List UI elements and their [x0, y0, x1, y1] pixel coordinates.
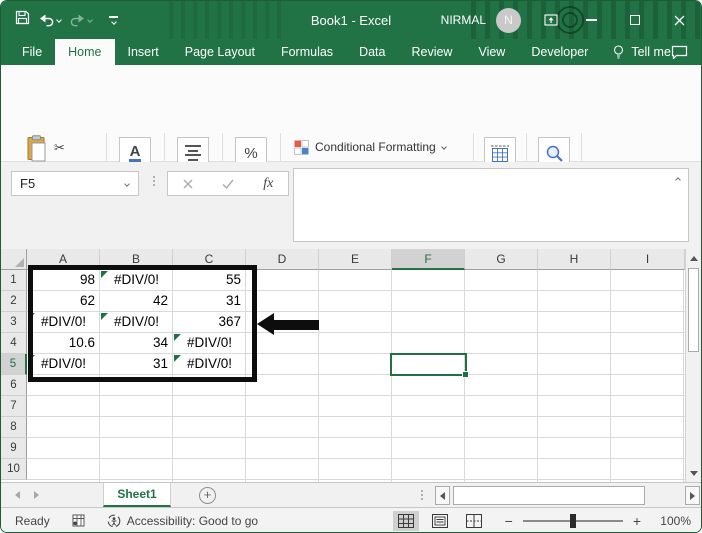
tab-page-layout[interactable]: Page Layout: [172, 39, 268, 65]
column-header-H[interactable]: H: [538, 249, 611, 270]
insert-function-icon[interactable]: fx: [263, 176, 273, 192]
page-break-preview-icon[interactable]: [461, 511, 487, 531]
ribbon: Paste ✂ Clipboard A Font Al: [1, 65, 701, 162]
annotation-rectangle: [28, 265, 257, 382]
row-header-2[interactable]: 2: [1, 291, 27, 312]
tab-data[interactable]: Data: [346, 39, 398, 65]
customize-quick-access-icon[interactable]: [109, 16, 118, 24]
row-header-1[interactable]: 1: [1, 270, 27, 291]
ribbon-tab-bar: File Home Insert Page Layout Formulas Da…: [1, 39, 701, 65]
tab-insert[interactable]: Insert: [115, 39, 172, 65]
minimize-button[interactable]: [569, 1, 613, 39]
macro-record-icon[interactable]: [72, 514, 85, 527]
undo-dropdown-icon[interactable]: [56, 17, 62, 23]
save-icon[interactable]: [15, 10, 30, 30]
collapse-formula-bar-icon[interactable]: [675, 177, 681, 183]
feedback-comment-icon[interactable]: [671, 39, 688, 65]
cut-button[interactable]: ✂: [54, 137, 75, 158]
tab-review[interactable]: Review: [398, 39, 465, 65]
tab-view[interactable]: View: [465, 39, 518, 65]
zoom-slider-handle[interactable]: [570, 514, 576, 528]
excel-window: Book1 - Excel NIRMAL N File Home Insert …: [0, 0, 702, 533]
redo-dropdown-icon[interactable]: [87, 17, 93, 23]
next-sheet-icon[interactable]: [34, 491, 39, 499]
annotation-arrow: [257, 313, 274, 335]
row-header-3[interactable]: 3: [1, 312, 27, 333]
tab-home[interactable]: Home: [55, 39, 114, 65]
accessibility-status[interactable]: Accessibility: Good to go: [107, 514, 258, 528]
vertical-scrollbar-thumb[interactable]: [688, 268, 699, 352]
row-header-6[interactable]: 6: [1, 375, 27, 396]
annotation-arrow-tail: [273, 320, 319, 330]
sheet-tab-bar: Sheet1 +: [1, 482, 701, 507]
status-bar: Ready Accessibility: Good to go − + 100%: [1, 507, 701, 533]
sheet-tab-sheet1[interactable]: Sheet1: [103, 483, 171, 507]
hscroll-left-icon[interactable]: [435, 486, 450, 505]
name-box-dropdown-icon[interactable]: [124, 181, 130, 187]
fill-handle[interactable]: [462, 371, 469, 378]
horizontal-scrollbar-thumb[interactable]: [453, 486, 645, 505]
row-header-9[interactable]: 9: [1, 438, 27, 459]
paste-icon: [25, 135, 48, 162]
undo-button[interactable]: [39, 13, 61, 27]
zoom-level[interactable]: 100%: [655, 514, 691, 528]
row-header-5[interactable]: 5: [1, 354, 27, 375]
cancel-icon[interactable]: [183, 179, 193, 189]
tab-scroll-separator: [421, 490, 423, 492]
zoom-out-button[interactable]: −: [505, 513, 513, 529]
row-header-4[interactable]: 4: [1, 333, 27, 354]
row-header-10[interactable]: 10: [1, 459, 27, 480]
cut-icon: ✂: [54, 140, 65, 156]
conditional-formatting-dropdown-icon: [441, 144, 447, 150]
row-header-8[interactable]: 8: [1, 417, 27, 438]
row-header-7[interactable]: 7: [1, 396, 27, 417]
redo-button[interactable]: [70, 13, 92, 27]
previous-sheet-icon[interactable]: [15, 491, 20, 499]
formula-input[interactable]: [293, 168, 689, 242]
tell-me[interactable]: Tell me: [613, 39, 671, 65]
formula-bar-strip: F5 fx: [1, 162, 701, 249]
normal-view-icon[interactable]: [393, 511, 419, 531]
lightbulb-icon: [613, 45, 624, 60]
title-bar: Book1 - Excel NIRMAL N: [1, 1, 701, 39]
column-header-G[interactable]: G: [465, 249, 538, 270]
scroll-down-icon[interactable]: [686, 465, 701, 481]
maximize-button[interactable]: [613, 1, 657, 39]
user-name[interactable]: NIRMAL: [441, 13, 486, 27]
page-layout-view-icon[interactable]: [427, 511, 453, 531]
column-header-I[interactable]: I: [611, 249, 685, 270]
vertical-scrollbar[interactable]: [685, 249, 701, 482]
quick-access-toolbar: [15, 1, 118, 39]
conditional-formatting-button[interactable]: Conditional Formatting: [294, 137, 446, 157]
tab-file[interactable]: File: [9, 39, 55, 65]
conditional-formatting-icon: [294, 140, 309, 155]
ribbon-display-options-icon[interactable]: [533, 1, 569, 39]
new-sheet-button[interactable]: +: [199, 487, 216, 504]
user-avatar[interactable]: N: [496, 8, 521, 33]
scroll-up-icon[interactable]: [686, 250, 701, 266]
tab-developer[interactable]: Developer: [518, 39, 601, 65]
column-header-E[interactable]: E: [319, 249, 392, 270]
selected-cell-F5[interactable]: [390, 353, 467, 376]
enter-check-icon[interactable]: [222, 179, 234, 189]
select-all-corner[interactable]: [1, 249, 27, 270]
accessibility-icon: [107, 514, 121, 528]
tab-formulas[interactable]: Formulas: [268, 39, 346, 65]
hscroll-right-icon[interactable]: [685, 486, 700, 505]
formula-bar-separator: [153, 176, 155, 178]
status-mode: Ready: [15, 514, 50, 528]
formula-buttons: fx: [167, 171, 289, 196]
close-button[interactable]: [657, 1, 701, 39]
zoom-slider[interactable]: [523, 520, 623, 522]
zoom-in-button[interactable]: +: [633, 513, 641, 529]
name-box[interactable]: F5: [11, 171, 139, 196]
column-header-F[interactable]: F: [392, 249, 465, 270]
worksheet-grid: A B C D E F G H I 1 2 3 4 5 6 7 8 9 10 9…: [1, 249, 701, 482]
